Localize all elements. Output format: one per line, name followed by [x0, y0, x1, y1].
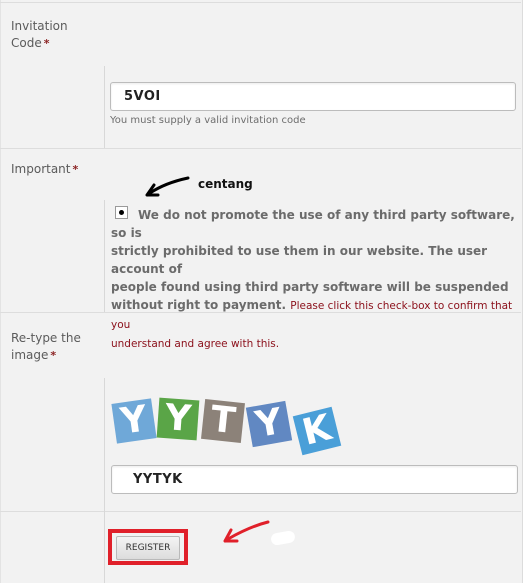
centang-annotation: centang: [198, 177, 253, 191]
required-star: *: [72, 163, 79, 176]
column-divider: [104, 200, 105, 312]
register-button[interactable]: REGISTER: [116, 536, 180, 560]
row-divider: [0, 2, 521, 3]
captcha-letter: Y: [156, 397, 200, 441]
arrow-annotation-icon: [223, 520, 270, 543]
column-divider: [104, 511, 105, 583]
captcha-letter: T: [201, 399, 245, 443]
invitation-code-label: Invitation Code *: [11, 19, 68, 50]
confirm-text: understand and agree with this.: [111, 338, 280, 350]
invitation-code-hint: You must supply a valid invitation code: [110, 115, 306, 126]
captcha-label: Re-type the image *: [11, 331, 81, 362]
column-divider: [104, 66, 105, 148]
required-star: *: [43, 37, 50, 50]
captcha-letter: Y: [111, 398, 157, 444]
row-divider: [0, 511, 521, 512]
required-star: *: [50, 349, 57, 362]
invitation-code-input[interactable]: 5VOI: [110, 82, 516, 111]
important-label: Important *: [11, 162, 79, 176]
arrow-annotation-icon: [145, 176, 190, 197]
row-divider: [0, 148, 521, 149]
captcha-letter: Y: [245, 400, 293, 448]
terms-text: We do not promote the use of any third p…: [111, 208, 515, 350]
agree-checkbox[interactable]: [115, 206, 128, 219]
captcha-input[interactable]: YYTYK: [111, 465, 518, 494]
column-divider: [104, 378, 105, 511]
